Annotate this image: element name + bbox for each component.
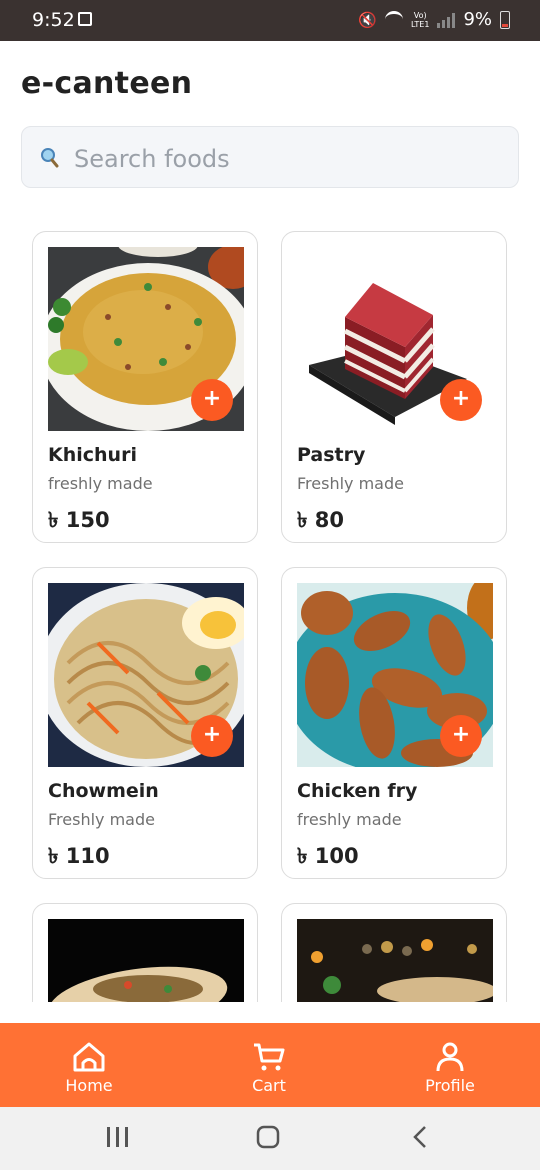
nav-home[interactable]: Home (29, 1023, 149, 1107)
nav-home-label: Home (65, 1076, 113, 1095)
back-icon[interactable] (413, 1126, 426, 1148)
food-subtitle: Freshly made (48, 810, 155, 829)
home-system-icon[interactable] (256, 1125, 280, 1149)
system-navigation-bar (0, 1107, 540, 1170)
search-icon (40, 147, 60, 173)
page-title: e-canteen (21, 66, 193, 101)
user-icon (436, 1042, 464, 1072)
food-subtitle: freshly made (297, 810, 402, 829)
food-image-wrap (48, 919, 244, 1002)
status-icons: 🔇 Vo) LTE1 9% (358, 9, 510, 30)
food-card-khichuri[interactable]: + Khichuri freshly made ৳ 150 (32, 231, 258, 543)
food-card-partial-wrap[interactable] (32, 903, 258, 1002)
home-icon (73, 1042, 105, 1072)
bottom-nav: Home Cart Profile (0, 1023, 540, 1107)
search-bar[interactable] (21, 126, 519, 188)
nav-profile[interactable]: Profile (390, 1023, 510, 1107)
add-to-cart-button[interactable]: + (440, 715, 482, 757)
food-subtitle: freshly made (48, 474, 153, 493)
food-price: ৳ 110 (48, 844, 110, 868)
recent-apps-icon[interactable] (107, 1127, 128, 1147)
food-card-pastry[interactable]: + Pastry Freshly made ৳ 80 (281, 231, 507, 543)
food-grid[interactable]: + Khichuri freshly made ৳ 150 + Pastry F… (0, 210, 540, 1002)
food-subtitle: Freshly made (297, 474, 404, 493)
cart-icon (254, 1043, 285, 1071)
add-to-cart-button[interactable]: + (191, 715, 233, 757)
food-name: Khichuri (48, 444, 137, 466)
food-name: Pastry (297, 444, 366, 466)
wifi-icon (385, 11, 404, 28)
status-time: 9:52 (32, 9, 75, 31)
food-name: Chicken fry (297, 780, 418, 802)
mute-icon: 🔇 (358, 10, 378, 29)
nav-cart-label: Cart (252, 1076, 286, 1095)
volte-label: Vo) LTE1 (411, 10, 430, 29)
add-to-cart-button[interactable]: + (440, 379, 482, 421)
status-bar: 9:52 🔇 Vo) LTE1 9% (0, 0, 540, 41)
signal-icon (437, 12, 456, 28)
food-price: ৳ 150 (48, 508, 110, 532)
food-card-chowmein[interactable]: + Chowmein Freshly made ৳ 110 (32, 567, 258, 879)
food-card-partial-dessert[interactable] (281, 903, 507, 1002)
battery-icon (500, 10, 510, 29)
gallery-notification-icon (78, 12, 92, 26)
nav-cart[interactable]: Cart (209, 1023, 329, 1107)
food-price: ৳ 80 (297, 508, 344, 532)
food-image-dessert (297, 919, 493, 1002)
search-input[interactable] (72, 141, 496, 177)
food-price: ৳ 100 (297, 844, 359, 868)
food-name: Chowmein (48, 780, 159, 802)
add-to-cart-button[interactable]: + (191, 379, 233, 421)
food-card-chicken-fry[interactable]: + Chicken fry freshly made ৳ 100 (281, 567, 507, 879)
battery-percent: 9% (463, 9, 492, 30)
nav-profile-label: Profile (425, 1076, 475, 1095)
